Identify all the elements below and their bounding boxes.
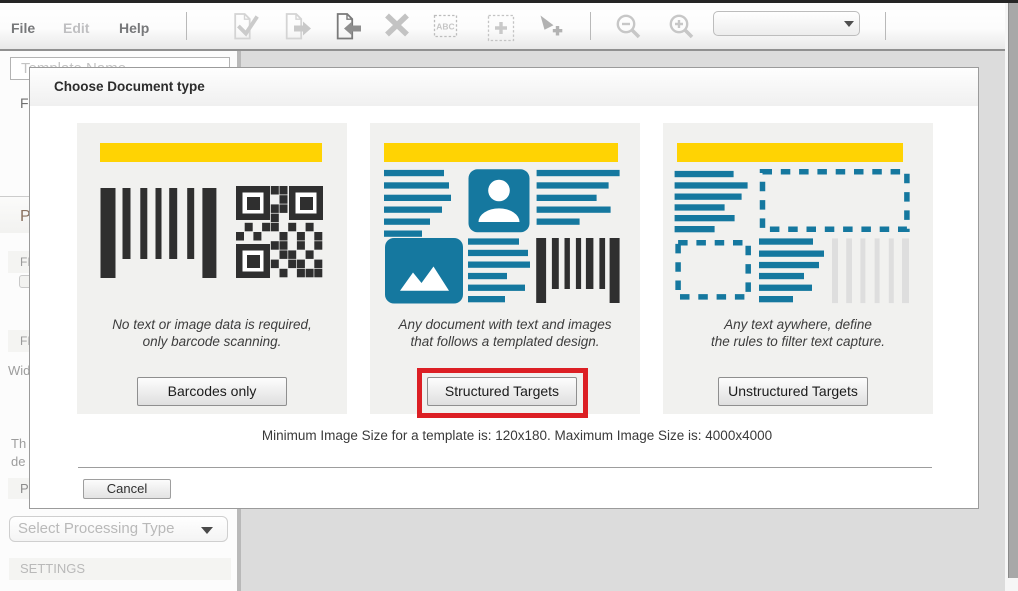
svg-text:ABC: ABC [436, 22, 454, 32]
